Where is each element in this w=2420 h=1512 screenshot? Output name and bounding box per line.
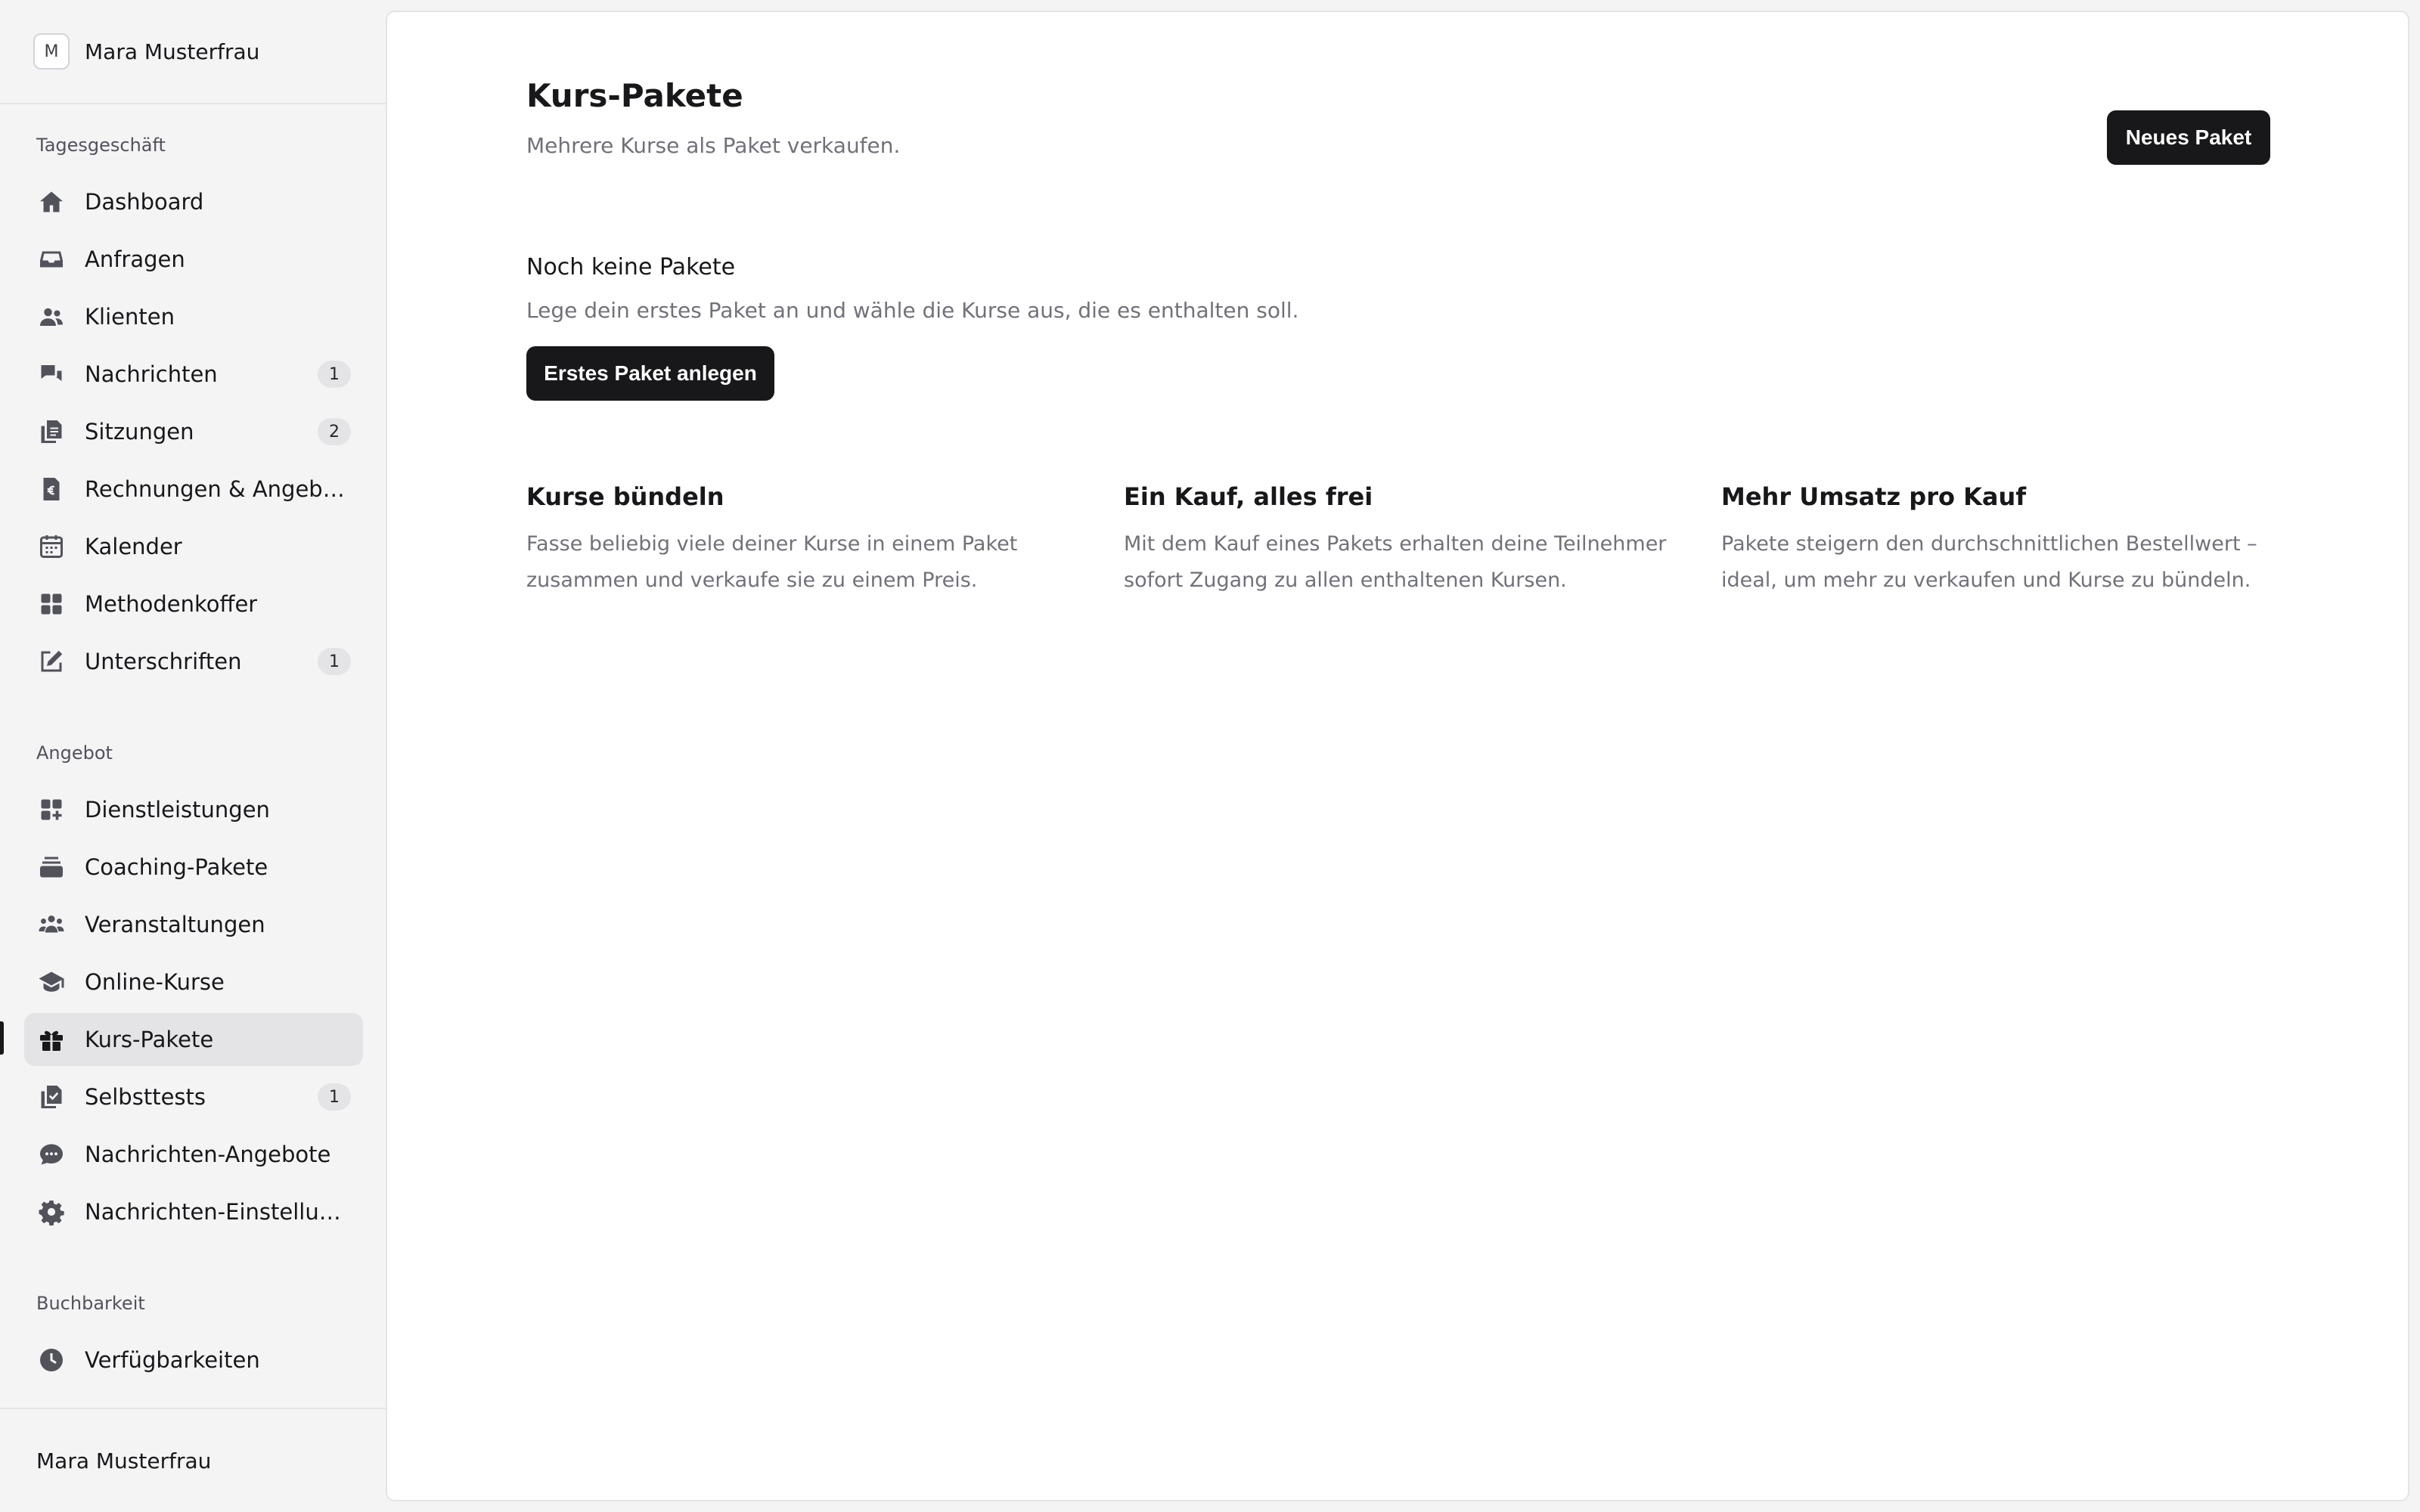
sidebar-item-nachrichten[interactable]: Nachrichten 1 xyxy=(24,348,363,401)
account-switcher[interactable]: M Mara Musterfrau xyxy=(0,0,386,104)
active-indicator xyxy=(0,1021,4,1055)
sidebar-item-label: Dashboard xyxy=(85,189,204,215)
calendar-icon xyxy=(36,531,67,562)
sidebar-item-verfuegbarkeiten[interactable]: Verfügbarkeiten xyxy=(24,1334,363,1387)
sidebar-item-kurs-pakete[interactable]: Kurs-Pakete xyxy=(24,1013,363,1066)
sidebar-item-veranstaltungen[interactable]: Veranstaltungen xyxy=(24,898,363,951)
gear-icon xyxy=(36,1197,67,1227)
inbox-icon xyxy=(36,244,67,274)
sidebar-item-online-kurse[interactable]: Online-Kurse xyxy=(24,956,363,1009)
euro-document-icon xyxy=(36,474,67,504)
checklist-icon xyxy=(36,1082,67,1112)
group-label-buchbarkeit: Buchbarkeit xyxy=(36,1293,145,1314)
page-subtitle: Mehrere Kurse als Paket verkaufen. xyxy=(526,133,901,158)
sidebar-item-label: Nachrichten xyxy=(85,361,218,387)
sidebar-item-nachrichten-einstellungen[interactable]: Nachrichten-Einstellungen xyxy=(24,1185,363,1238)
sidebar-item-label: Klienten xyxy=(85,304,175,330)
sidebar-footer-account[interactable]: Mara Musterfrau xyxy=(0,1408,386,1512)
group-icon xyxy=(36,909,67,940)
graduation-cap-icon xyxy=(36,967,67,997)
grid-icon xyxy=(36,589,67,619)
feature-text: Fasse beliebig viele deiner Kurse in ein… xyxy=(526,532,1018,592)
feature-title: Mehr Umsatz pro Kauf xyxy=(1721,482,2027,511)
sidebar-item-dashboard[interactable]: Dashboard xyxy=(24,175,363,228)
sidebar-item-label: Verfügbarkeiten xyxy=(85,1347,260,1373)
unread-badge: 1 xyxy=(318,361,351,388)
sidebar-item-label: Rechnungen & Angebote xyxy=(85,476,349,502)
sidebar: M Mara Musterfrau Tagesgeschäft Dashboar… xyxy=(0,0,386,1512)
sidebar-item-label: Veranstaltungen xyxy=(85,912,265,937)
sidebar-item-selbsttests[interactable]: Selbsttests 1 xyxy=(24,1070,363,1123)
sidebar-item-label: Coaching-Pakete xyxy=(85,854,268,880)
clock-icon xyxy=(36,1345,67,1375)
sidebar-item-label: Kalender xyxy=(85,534,182,559)
sidebar-item-label: Unterschriften xyxy=(85,649,242,674)
create-first-package-button[interactable]: Erstes Paket anlegen xyxy=(526,346,774,401)
sidebar-item-anfragen[interactable]: Anfragen xyxy=(24,233,363,286)
sidebar-item-label: Kurs-Pakete xyxy=(85,1027,214,1052)
documents-icon xyxy=(36,417,67,447)
sidebar-item-label: Nachrichten-Angebote xyxy=(85,1142,331,1167)
feature-title: Kurse bündeln xyxy=(526,482,724,511)
group-label-angebot: Angebot xyxy=(36,742,113,764)
sidebar-item-label: Sitzungen xyxy=(85,419,194,445)
feature-title: Ein Kauf, alles frei xyxy=(1124,482,1373,511)
new-package-button[interactable]: Neues Paket xyxy=(2107,110,2270,165)
squares-plus-icon xyxy=(36,795,67,825)
sidebar-item-label: Anfragen xyxy=(85,246,185,272)
sidebar-item-klienten[interactable]: Klienten xyxy=(24,290,363,343)
sidebar-item-nachrichten-angebote[interactable]: Nachrichten-Angebote xyxy=(24,1128,363,1181)
empty-state-title: Noch keine Pakete xyxy=(526,254,736,280)
stack-icon xyxy=(36,852,67,882)
sidebar-item-sitzungen[interactable]: Sitzungen 2 xyxy=(24,405,363,458)
sidebar-item-label: Selbsttests xyxy=(85,1084,206,1110)
sidebar-item-unterschriften[interactable]: Unterschriften 1 xyxy=(24,635,363,688)
sidebar-item-methodenkoffer[interactable]: Methodenkoffer xyxy=(24,578,363,631)
account-name: Mara Musterfrau xyxy=(85,39,260,64)
footer-account-name: Mara Musterfrau xyxy=(36,1448,212,1473)
sidebar-item-label: Dienstleistungen xyxy=(85,797,270,823)
home-icon xyxy=(36,187,67,217)
sidebar-nav: Tagesgeschäft Dashboard Anfragen Kliente… xyxy=(0,104,386,1408)
main-panel: Kurs-Pakete Mehrere Kurse als Paket verk… xyxy=(386,11,2409,1501)
users-icon xyxy=(36,302,67,332)
feature-text: Mit dem Kauf eines Pakets erhalten deine… xyxy=(1124,532,1667,592)
feature-text: Pakete steigern den durchschnittlichen B… xyxy=(1721,532,2257,592)
gift-icon xyxy=(36,1024,67,1055)
feature-card: Ein Kauf, alles frei Mit dem Kauf eines … xyxy=(1124,482,1676,599)
group-label-tagesgeschaeft: Tagesgeschäft xyxy=(36,135,166,156)
feature-card: Kurse bündeln Fasse beliebig viele deine… xyxy=(526,482,1078,599)
count-badge: 1 xyxy=(318,1083,351,1111)
sidebar-item-label: Nachrichten-Einstellungen xyxy=(85,1199,349,1225)
chat-bubbles-icon xyxy=(36,359,67,389)
empty-state-text: Lege dein erstes Paket an und wähle die … xyxy=(526,298,1299,323)
count-badge: 1 xyxy=(318,648,351,675)
sidebar-item-dienstleistungen[interactable]: Dienstleistungen xyxy=(24,783,363,836)
avatar: M xyxy=(33,33,70,70)
sidebar-item-coaching-pakete[interactable]: Coaching-Pakete xyxy=(24,841,363,894)
feature-card: Mehr Umsatz pro Kauf Pakete steigern den… xyxy=(1721,482,2273,599)
page-title: Kurs-Pakete xyxy=(526,77,743,114)
pencil-square-icon xyxy=(36,646,67,677)
sidebar-item-kalender[interactable]: Kalender xyxy=(24,520,363,573)
sidebar-item-rechnungen[interactable]: Rechnungen & Angebote xyxy=(24,463,363,516)
message-icon xyxy=(36,1139,67,1170)
sidebar-item-label: Methodenkoffer xyxy=(85,591,258,617)
sidebar-item-label: Online-Kurse xyxy=(85,969,225,995)
count-badge: 2 xyxy=(318,418,351,445)
